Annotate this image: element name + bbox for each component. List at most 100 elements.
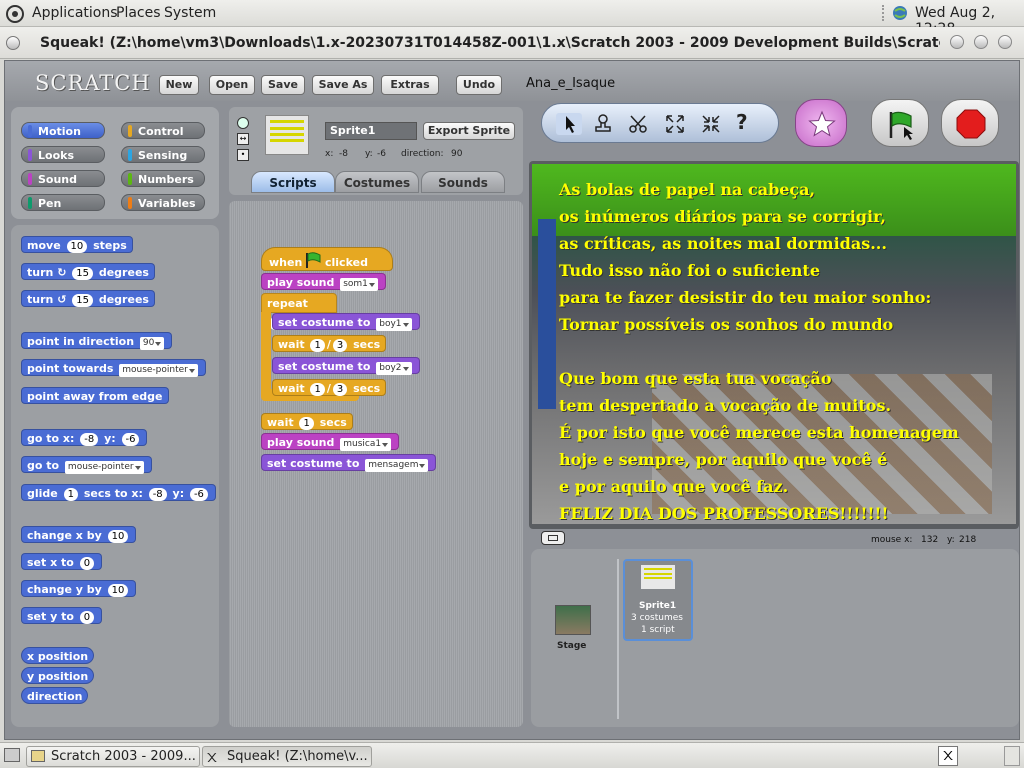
stamp-tool-icon[interactable]: [590, 113, 616, 139]
block-number-input[interactable]: 1: [310, 339, 325, 352]
save-as-button[interactable]: Save As: [312, 75, 374, 95]
hat-block-when-flag-clicked[interactable]: when clicked: [261, 247, 393, 271]
block-dropdown[interactable]: boy1: [376, 318, 412, 331]
stage-thumbnail[interactable]: [555, 605, 591, 635]
block-point-towards[interactable]: point towards mouse-pointer: [21, 359, 206, 377]
rotation-full-icon[interactable]: [237, 117, 249, 129]
taskbar-item-scratch[interactable]: Scratch 2003 - 2009...: [26, 746, 200, 767]
block-go-to-xy[interactable]: go to x: -8 y: -6: [21, 429, 148, 446]
workspace-switcher[interactable]: [1004, 746, 1020, 766]
sprite-name-field[interactable]: Sprite1: [325, 122, 417, 140]
block-number-input[interactable]: 1: [63, 488, 78, 501]
block-number-input[interactable]: 10: [66, 240, 88, 253]
extras-button[interactable]: Extras: [381, 75, 439, 95]
squeak-tray-icon[interactable]: ᙭: [938, 746, 958, 766]
tab-costumes[interactable]: Costumes: [335, 171, 419, 193]
show-desktop-icon[interactable]: [4, 748, 20, 762]
category-sensing[interactable]: Sensing: [121, 146, 205, 163]
window-titlebar[interactable]: Squeak! (Z:\home\vm3\Downloads\1.x-20230…: [0, 27, 1024, 59]
block-dropdown[interactable]: musica1: [340, 438, 392, 451]
block-turn-clockwise[interactable]: turn ↻ 15 degrees: [21, 263, 155, 280]
block-set-y-to[interactable]: set y to 0: [21, 607, 103, 624]
stage[interactable]: As bolas de papel na cabeça, os inúmeros…: [532, 164, 1016, 524]
rotation-flip-icon[interactable]: ↔: [237, 133, 249, 145]
block-change-x-by[interactable]: change x by 10: [21, 526, 137, 543]
grow-tool-icon[interactable]: [662, 113, 688, 139]
script-area[interactable]: when clicked play sound som1 repeat 40 s…: [229, 201, 523, 727]
undo-button[interactable]: Undo: [456, 75, 502, 95]
block-dropdown[interactable]: mouse-pointer: [64, 461, 144, 474]
block-number-input[interactable]: 0: [79, 557, 95, 570]
block-dropdown[interactable]: som1: [340, 278, 378, 291]
menu-places[interactable]: Places: [116, 5, 161, 21]
export-sprite-button[interactable]: Export Sprite: [423, 122, 515, 140]
block-number-input[interactable]: -8: [148, 488, 167, 501]
block-set-costume-3[interactable]: set costume to mensagem: [261, 454, 437, 472]
block-number-input[interactable]: 3: [332, 339, 348, 352]
block-number-input[interactable]: 0: [79, 611, 95, 624]
rotation-none-icon[interactable]: •: [237, 149, 249, 161]
scissors-tool-icon[interactable]: [626, 113, 652, 139]
category-control[interactable]: Control: [121, 122, 205, 139]
tab-scripts[interactable]: Scripts: [251, 171, 335, 193]
save-button[interactable]: Save: [261, 75, 305, 95]
block-glide[interactable]: glide 1 secs to x: -8 y: -6: [21, 484, 216, 501]
open-button[interactable]: Open: [209, 75, 255, 95]
green-flag-button[interactable]: [871, 99, 929, 147]
shrink-tool-icon[interactable]: [698, 113, 724, 139]
block-set-costume-1[interactable]: set costume to boy1: [272, 313, 420, 331]
block-dropdown[interactable]: 90: [139, 337, 165, 350]
block-wait-secs[interactable]: wait 1 secs: [261, 413, 353, 430]
block-play-sound-2[interactable]: play sound musica1: [261, 433, 400, 451]
stage-size-toggle-button[interactable]: [541, 531, 565, 545]
help-tool-icon[interactable]: ?: [736, 110, 748, 134]
arrow-tool-icon[interactable]: [556, 113, 582, 135]
category-looks[interactable]: Looks: [21, 146, 105, 163]
block-number-input[interactable]: 3: [332, 383, 348, 396]
block-wait-fraction-2[interactable]: wait 1/3 secs: [272, 379, 387, 396]
block-point-away-from-edge[interactable]: point away from edge: [21, 387, 169, 404]
block-number-input[interactable]: 1: [299, 417, 314, 430]
block-number-input[interactable]: 10: [107, 584, 129, 597]
block-turn-counterclockwise[interactable]: turn ↺ 15 degrees: [21, 290, 155, 307]
tab-sounds[interactable]: Sounds: [421, 171, 505, 193]
sprite-tile-sprite1[interactable]: Sprite1 3 costumes 1 script: [623, 559, 693, 641]
taskbar-item-squeak[interactable]: ᙭ Squeak! (Z:\home\v...: [202, 746, 372, 767]
window-menu-icon[interactable]: [6, 36, 20, 50]
block-number-input[interactable]: -8: [80, 433, 99, 446]
block-number-input[interactable]: 15: [72, 267, 93, 280]
block-dropdown[interactable]: mouse-pointer: [119, 364, 198, 377]
new-button[interactable]: New: [159, 75, 199, 95]
block-number-input[interactable]: 10: [107, 530, 129, 543]
block-set-costume-2[interactable]: set costume to boy2: [272, 357, 420, 375]
system-logo-icon[interactable]: [5, 4, 25, 28]
reporter-direction[interactable]: direction: [21, 687, 89, 704]
network-icon[interactable]: [892, 5, 908, 25]
category-motion[interactable]: Motion: [21, 122, 105, 139]
block-number-input[interactable]: 1: [310, 383, 325, 396]
block-set-x-to[interactable]: set x to 0: [21, 553, 103, 570]
block-change-y-by[interactable]: change y by 10: [21, 580, 137, 597]
block-go-to[interactable]: go to mouse-pointer: [21, 456, 152, 474]
category-pen[interactable]: Pen: [21, 194, 105, 211]
reporter-x-position[interactable]: x position: [21, 647, 95, 664]
block-move-steps[interactable]: move 10 steps: [21, 236, 133, 253]
stop-button[interactable]: [941, 99, 999, 147]
block-dropdown[interactable]: mensagem: [365, 459, 429, 472]
block-number-input[interactable]: 15: [72, 294, 93, 307]
minimize-button[interactable]: [950, 35, 964, 49]
category-numbers[interactable]: Numbers: [121, 170, 205, 187]
block-dropdown[interactable]: boy2: [376, 362, 412, 375]
reporter-y-position[interactable]: y position: [21, 667, 95, 684]
maximize-button[interactable]: [974, 35, 988, 49]
presentation-mode-button[interactable]: [795, 99, 847, 147]
close-button[interactable]: [998, 35, 1012, 49]
category-variables[interactable]: Variables: [121, 194, 205, 211]
block-number-input[interactable]: -6: [121, 433, 140, 446]
category-sound[interactable]: Sound: [21, 170, 105, 187]
menu-applications[interactable]: Applications: [32, 5, 118, 21]
block-number-input[interactable]: -6: [189, 488, 208, 501]
block-wait-fraction-1[interactable]: wait 1/3 secs: [272, 335, 387, 352]
menu-system[interactable]: System: [164, 5, 216, 21]
block-point-in-direction[interactable]: point in direction 90: [21, 332, 173, 350]
